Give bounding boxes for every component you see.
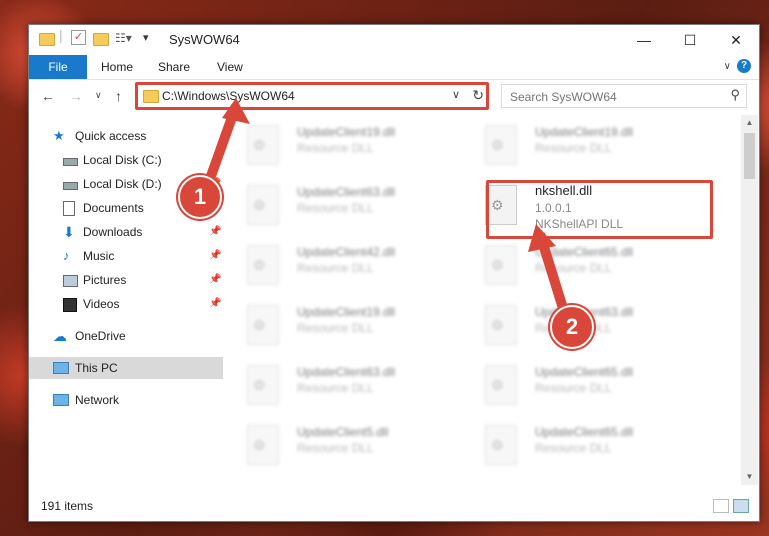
callout-arrows (201, 98, 571, 320)
callout-badge-2: 2 (550, 305, 594, 349)
arrow-2-head (528, 224, 556, 252)
callout-badge-1: 1 (178, 175, 222, 219)
